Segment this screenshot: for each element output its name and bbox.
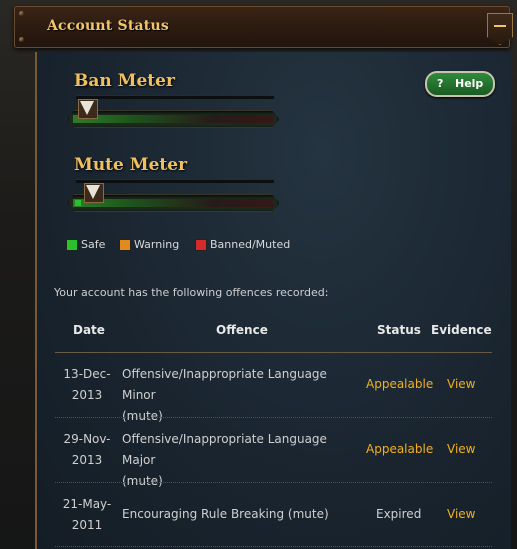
legend-swatch [119,239,131,251]
offences-intro: Your account has the following offences … [54,286,329,299]
collapse-button[interactable] [487,13,513,45]
row3-status: Expired [376,507,422,521]
minus-icon [494,25,506,27]
row-divider [55,417,492,418]
date-line: 2013 [71,388,103,402]
legend-label: Warning [134,238,180,251]
date-line: 2013 [71,453,103,467]
ban-meter-gradient [73,115,273,123]
date-line: 29-Nov- [63,432,111,446]
offence-line: Offensive/Inappropriate Language Major [122,432,327,467]
help-label: Help [455,77,484,90]
header-status: Status [377,323,421,337]
row1-status[interactable]: Appealable [366,374,433,395]
row2-date: 29-Nov- 2013 [57,429,117,471]
offence-line: Offensive/Inappropriate Language Minor [122,367,327,402]
legend-label: Safe [81,238,106,251]
row-divider [55,482,492,483]
date-line: 2011 [71,518,103,532]
mute-meter-level [75,200,81,206]
header-divider [55,352,492,353]
row2-view-link[interactable]: View [447,439,475,460]
mute-meter-title: Mute Meter [74,155,188,175]
legend-swatch [66,239,78,251]
row3-date: 21-May- 2011 [57,494,117,536]
rivet-icon [19,11,24,16]
date-line: 13-Dec- [63,367,111,381]
row3-offence: Encouraging Rule Breaking (mute) [122,507,329,521]
row2-status[interactable]: Appealable [366,439,433,460]
help-button[interactable]: ? Help [425,71,495,97]
ban-meter-title: Ban Meter [74,71,175,91]
date-line: 21-May- [62,497,112,511]
header-date: Date [73,323,105,337]
rivet-icon [19,37,24,42]
header-offence: Offence [216,323,268,337]
question-icon: ? [437,77,444,90]
ban-meter-track [66,110,280,128]
legend-swatch [195,239,207,251]
mute-meter-rule [76,179,274,183]
row3-view-link[interactable]: View [447,504,475,525]
window-header: Account Status [14,6,513,48]
legend-label: Banned/Muted [210,238,291,251]
header-evidence: Evidence [431,323,492,337]
ban-meter-rule [76,95,274,99]
row-divider [55,546,492,547]
window-title: Account Status [47,18,169,34]
row1-date: 13-Dec- 2013 [57,364,117,406]
row1-view-link[interactable]: View [447,374,475,395]
